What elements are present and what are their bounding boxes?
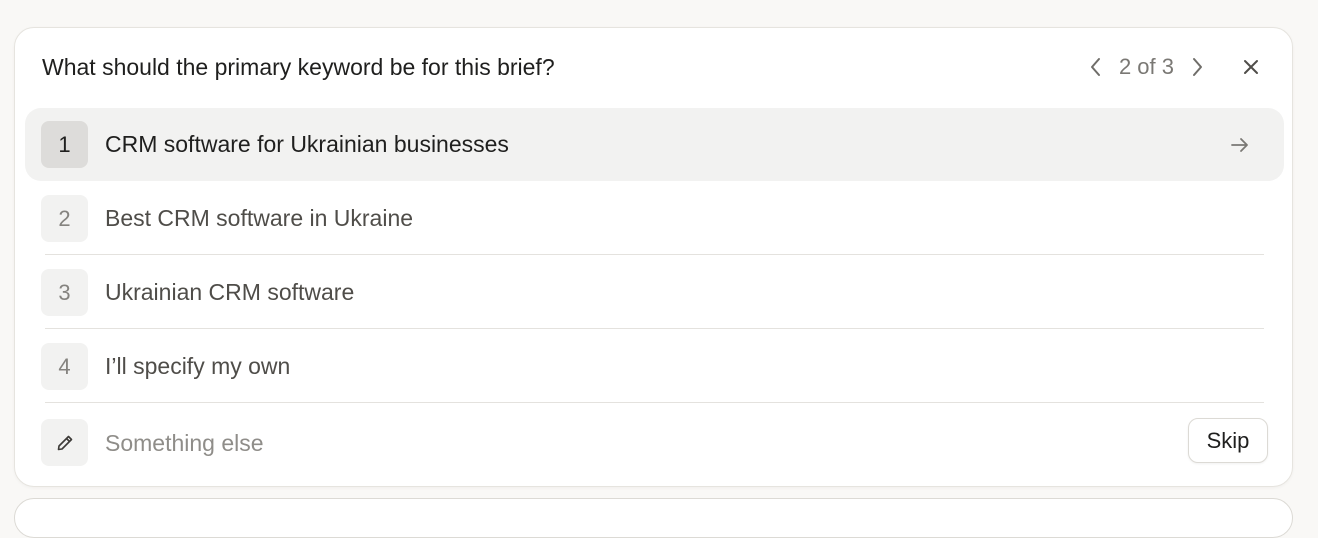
chevron-right-icon[interactable] [1182,50,1212,84]
chevron-left-icon[interactable] [1081,50,1111,84]
close-icon[interactable] [1236,50,1266,84]
question-card: What should the primary keyword be for t… [14,27,1293,487]
divider [45,402,1264,403]
option-label: Best CRM software in Ukraine [105,205,414,231]
pager: 2 of 3 [1081,50,1266,84]
option-label: CRM software for Ukrainian businesses [105,131,509,157]
option-label: Ukrainian CRM software [105,279,355,305]
option-3[interactable]: 3 Ukrainian CRM software [25,256,1284,329]
pencil-icon [41,419,88,466]
arrow-right-icon [1231,138,1248,152]
option-number: 2 [41,195,88,242]
option-4[interactable]: 4 I’ll specify my own [25,330,1284,403]
option-1[interactable]: 1 CRM software for Ukrainian businesses [25,108,1284,181]
skip-button[interactable]: Skip [1188,418,1268,463]
custom-answer-input[interactable] [105,426,1105,460]
option-label: I’ll specify my own [105,353,291,379]
message-input-card [14,498,1293,538]
pager-count: 2 of 3 [1118,54,1174,79]
option-2[interactable]: 2 Best CRM software in Ukraine [25,182,1284,255]
option-number: 1 [41,121,88,168]
divider [45,328,1264,329]
question-title: What should the primary keyword be for t… [42,54,555,80]
divider [45,254,1264,255]
option-number: 3 [41,269,88,316]
option-number: 4 [41,343,88,390]
custom-answer-row: Skip [25,407,1284,479]
